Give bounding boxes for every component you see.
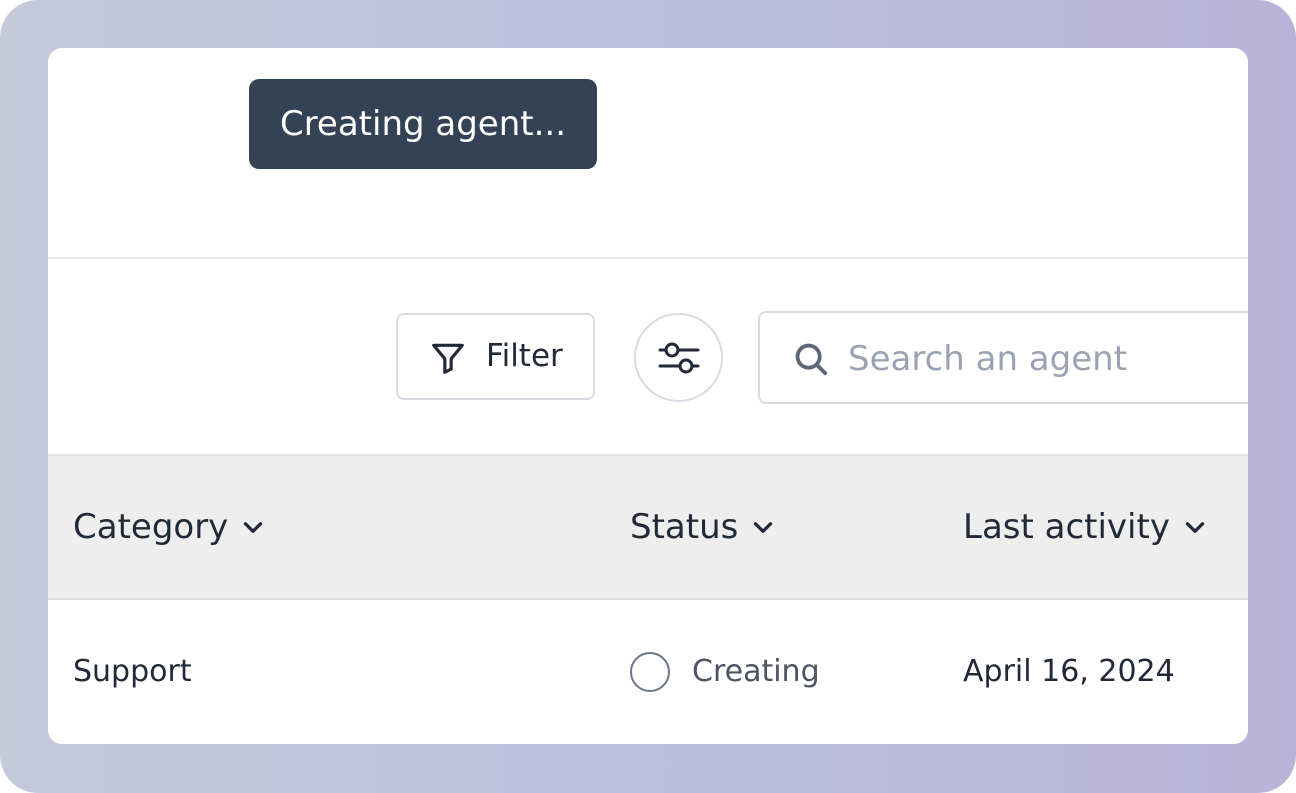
section-divider: [48, 257, 1248, 259]
sliders-icon: [658, 342, 700, 374]
filter-button-label: Filter: [486, 338, 563, 374]
column-header-label: Status: [630, 507, 739, 547]
table-header: Category Status Last activity: [48, 454, 1248, 600]
cell-last-activity: April 16, 2024: [963, 654, 1175, 689]
column-header-label: Last activity: [963, 507, 1170, 547]
cell-status: Creating: [630, 600, 820, 744]
column-header-label: Category: [73, 507, 229, 547]
search-icon: [795, 343, 828, 376]
search-input[interactable]: [846, 327, 1248, 391]
toast-notification: Creating agent...: [249, 79, 597, 169]
view-settings-button[interactable]: [634, 313, 723, 402]
table-row[interactable]: Support Creating April 16, 2024: [48, 600, 1248, 744]
status-label: Creating: [692, 654, 820, 689]
chevron-down-icon: [244, 522, 263, 533]
column-header-category[interactable]: Category: [73, 456, 266, 598]
agents-panel: Creating agent... Filter Category Status: [48, 48, 1248, 744]
filter-button[interactable]: Filter: [396, 313, 595, 400]
status-spinner-icon: [630, 652, 670, 692]
chevron-down-icon: [1185, 522, 1205, 533]
cell-category: Support: [73, 654, 192, 689]
column-header-last-activity[interactable]: Last activity: [963, 456, 1208, 598]
column-header-status[interactable]: Status: [630, 456, 776, 598]
filter-funnel-icon: [432, 343, 464, 374]
toast-message: Creating agent...: [279, 104, 567, 144]
chevron-down-icon: [754, 522, 773, 533]
search-box[interactable]: [758, 311, 1248, 404]
